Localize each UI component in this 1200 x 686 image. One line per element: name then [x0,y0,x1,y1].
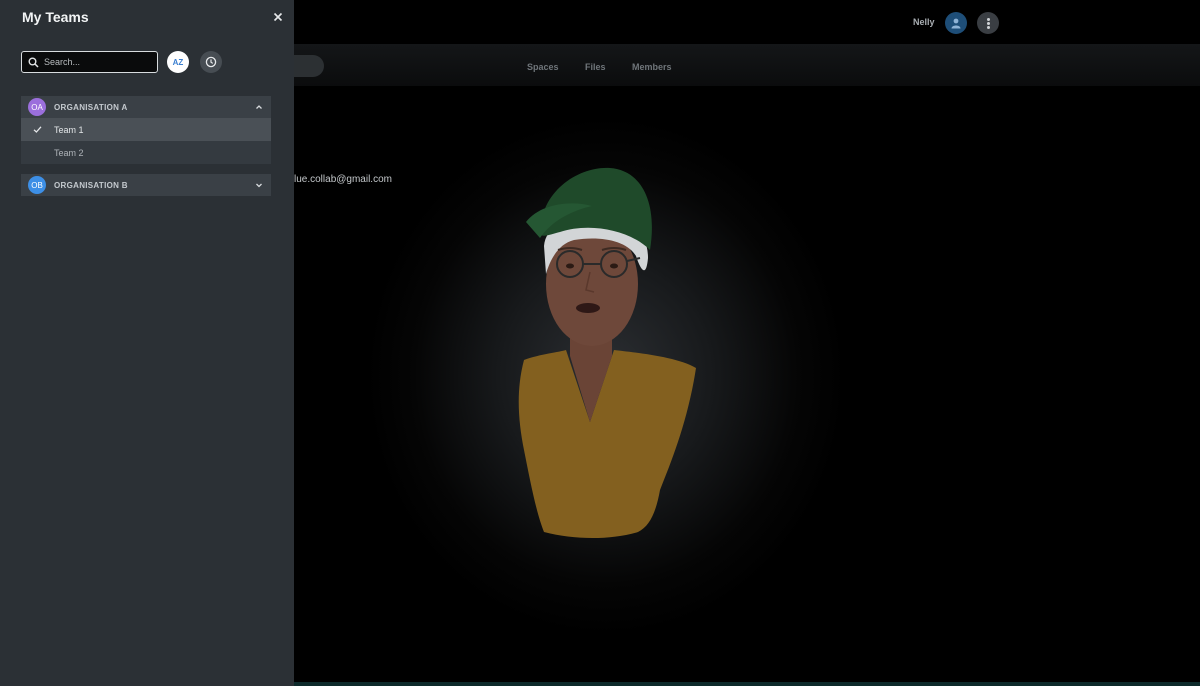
avatar-stage [294,86,1200,682]
tab-members[interactable]: Members [632,62,672,72]
close-icon [273,12,283,22]
team-item-team-2[interactable]: Team 2 [21,141,271,164]
team-label: Team 1 [54,124,84,135]
organisation-badge: OA [28,98,46,116]
close-panel-button[interactable] [270,9,286,25]
my-teams-panel: My Teams AZ OA ORGANISATION A [0,0,294,686]
sort-az-label: AZ [172,57,184,67]
user-avatar-button[interactable] [945,12,967,34]
organisation-group: OB ORGANISATION B [21,174,271,196]
organisation-header[interactable]: OA ORGANISATION A [21,96,271,118]
tab-files[interactable]: Files [585,62,606,72]
organisation-group: OA ORGANISATION A Team 1 Team 2 [21,96,271,164]
checkmark-icon [33,126,42,133]
search-input[interactable] [44,57,154,67]
organisation-name: ORGANISATION A [54,102,128,112]
avatar-3d-figure [518,167,696,538]
team-item-team-1[interactable]: Team 1 [21,118,271,141]
profile-email: lue.collab@gmail.com [294,174,392,185]
chevron-up-icon [256,105,262,109]
sort-alphabetical-button[interactable]: AZ [167,51,189,73]
organisation-name: ORGANISATION B [54,180,128,190]
user-name: Nelly [913,17,935,27]
more-options-button[interactable] [977,12,999,34]
user-icon [951,18,961,29]
panel-title: My Teams [22,9,89,25]
organisation-badge: OB [28,176,46,194]
organisation-header[interactable]: OB ORGANISATION B [21,174,271,196]
search-icon [28,57,39,68]
chevron-down-icon [256,183,262,188]
sort-recent-button[interactable] [200,51,222,73]
tab-spaces[interactable]: Spaces [527,62,559,72]
clock-icon [205,56,217,68]
more-vertical-icon [986,21,990,25]
team-label: Team 2 [54,147,84,158]
search-box[interactable] [21,51,158,73]
